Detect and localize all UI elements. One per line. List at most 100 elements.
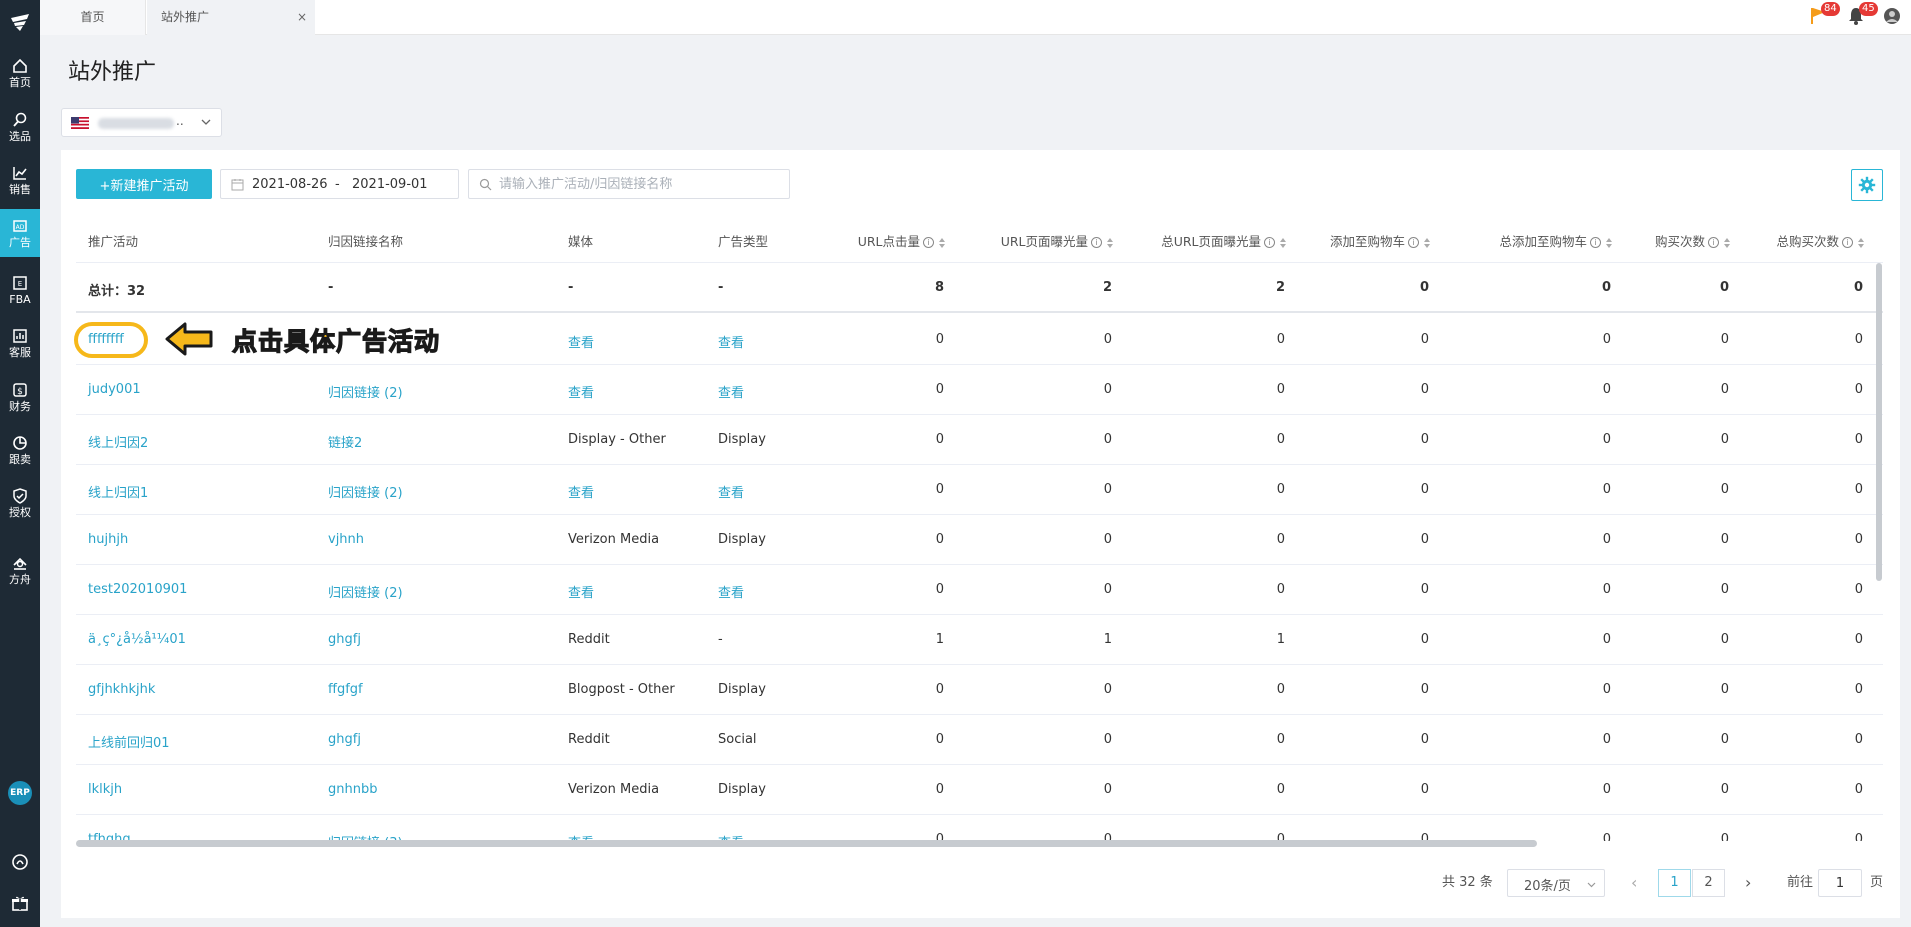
sidebar-item-1[interactable]: 选品 [0, 103, 40, 151]
flag-notification[interactable]: 84 [1809, 2, 1840, 28]
column-header[interactable]: URL点击量 i [858, 231, 946, 250]
page-suffix: 页 [1870, 875, 1884, 890]
table-cell[interactable]: 查看 [568, 482, 594, 501]
column-header[interactable]: 总购买次数 i [1776, 231, 1865, 250]
sort-icon[interactable] [1723, 237, 1731, 249]
support-icon[interactable] [11, 853, 29, 871]
sidebar-item-6[interactable]: $ 财务 [0, 373, 40, 421]
sidebar-item-7[interactable]: 跟卖 [0, 426, 40, 474]
column-header[interactable]: 总URL页面曝光量 i [1161, 231, 1287, 250]
column-header[interactable]: 总添加至购物车 i [1499, 231, 1613, 250]
date-start[interactable]: 2021-08-26 [252, 177, 328, 192]
sort-icon[interactable] [1106, 237, 1114, 249]
tab-offsite-promotion[interactable]: 站外推广 × [147, 0, 315, 35]
table-cell[interactable]: judy001 [88, 382, 141, 397]
table-row: 线上归因2 链接2 Display - Other Display 0 0 0 0 0 0 0 [76, 415, 1883, 465]
table-cell: 0 [1103, 732, 1112, 747]
sidebar-item-8[interactable]: 授权 [0, 479, 40, 527]
table-cell: 0 [1420, 382, 1429, 397]
table-cell[interactable]: gnhnbb [328, 782, 377, 797]
info-icon[interactable]: i [923, 237, 934, 248]
sort-icon[interactable] [1279, 237, 1287, 249]
table-cell[interactable]: ä¸ç°¿å½å¹¼01 [88, 632, 186, 647]
table-cell[interactable]: hujhjh [88, 532, 128, 547]
horizontal-scrollbar[interactable] [76, 840, 1537, 847]
sort-icon[interactable] [1423, 237, 1431, 249]
info-icon[interactable]: i [1264, 237, 1275, 248]
table-cell[interactable]: 上线前回归01 [88, 732, 170, 751]
table-cell[interactable]: 归因链接 (2) [328, 582, 403, 601]
info-icon[interactable]: i [1842, 237, 1853, 248]
column-settings-button[interactable] [1851, 169, 1883, 201]
sidebar-item-9[interactable]: 方舟 [0, 546, 40, 594]
sidebar-item-5[interactable]: 客服 [0, 319, 40, 367]
table-cell[interactable]: gfjhkhkjhk [88, 682, 155, 697]
table-row: 上线前回归01 ghgfj Reddit Social 0 0 0 0 0 0 0 [76, 715, 1883, 765]
close-icon[interactable]: × [297, 0, 307, 35]
column-header: 媒体 [568, 231, 593, 250]
table-cell: 0 [1602, 582, 1611, 597]
sidebar-item-4[interactable]: E FBA [0, 266, 40, 314]
vertical-scrollbar[interactable] [1876, 263, 1882, 581]
table-cell[interactable]: 链接2 [328, 432, 362, 451]
new-campaign-button[interactable]: +新建推广活动 [76, 169, 212, 199]
column-header[interactable]: 购买次数 i [1655, 231, 1731, 250]
table-cell: 0 [935, 732, 944, 747]
table-cell: 8 [934, 280, 944, 295]
gift-icon[interactable] [11, 894, 29, 912]
search-input[interactable] [499, 175, 784, 194]
goto-page-input[interactable] [1818, 869, 1862, 897]
search-box[interactable] [468, 169, 790, 199]
table-cell[interactable]: lklkjh [88, 782, 122, 797]
date-end[interactable]: 2021-09-01 [352, 177, 428, 192]
column-header-label: 购买次数 [1654, 234, 1705, 249]
tab-home[interactable]: 首页 [40, 0, 146, 35]
table-cell[interactable]: 查看 [568, 332, 594, 351]
table-cell[interactable]: ghgfj [328, 732, 361, 747]
sort-icon[interactable] [1605, 237, 1613, 249]
table-cell[interactable]: 查看 [568, 582, 594, 601]
bell-notification[interactable]: 45 [1847, 2, 1878, 28]
table-cell[interactable]: ffgfgf [328, 682, 363, 697]
info-icon[interactable]: i [1708, 237, 1719, 248]
table-cell[interactable]: 查看 [718, 482, 744, 501]
sort-icon[interactable] [938, 237, 946, 249]
page-size-select[interactable]: 20条/页 [1507, 869, 1605, 897]
sort-icon[interactable] [1857, 237, 1865, 249]
table-cell[interactable]: 查看 [718, 382, 744, 401]
table-cell: Verizon Media [568, 782, 660, 797]
store-select[interactable]: .. [61, 108, 222, 137]
sidebar-item-2[interactable]: 销售 [0, 156, 40, 204]
table-cell[interactable]: 线上归因2 [88, 432, 148, 451]
page-1-button[interactable]: 1 [1658, 869, 1691, 897]
sidebar-item-0[interactable]: 首页 [0, 49, 40, 97]
table-cell[interactable]: 线上归因1 [88, 482, 148, 501]
erp-badge[interactable]: ERP [8, 781, 32, 805]
next-page-button[interactable]: › [1745, 869, 1751, 897]
sidebar: 首页选品销售 AD 广告 E FBA 客服 $ 财务跟卖授权方舟 ERP [0, 0, 40, 927]
column-header-label: 总添加至购物车 [1499, 234, 1587, 249]
table-cell[interactable]: 查看 [718, 582, 744, 601]
info-icon[interactable]: i [1590, 237, 1601, 248]
table-cell[interactable]: vjhnh [328, 532, 364, 547]
table-cell[interactable]: ghgfj [328, 632, 361, 647]
table-cell[interactable]: test202010901 [88, 582, 187, 597]
sidebar-item-3[interactable]: AD 广告 [0, 209, 40, 257]
table-cell: Display [718, 782, 766, 797]
table-cell: 0 [1276, 732, 1285, 747]
table-row: hujhjh vjhnh Verizon Media Display 0 0 0 0 0 0 0 [76, 515, 1883, 565]
table-cell: 0 [1276, 382, 1285, 397]
info-icon[interactable]: i [1091, 237, 1102, 248]
page-2-button[interactable]: 2 [1692, 869, 1725, 897]
date-range-picker[interactable]: 2021-08-26 - 2021-09-01 [220, 169, 459, 199]
table-cell[interactable]: 查看 [718, 332, 744, 351]
table-cell: 0 [935, 382, 944, 397]
table-cell[interactable]: 查看 [568, 382, 594, 401]
column-header[interactable]: 添加至购物车 i [1330, 231, 1431, 250]
table-cell[interactable]: 归因链接 (2) [328, 482, 403, 501]
column-header[interactable]: URL页面曝光量 i [1001, 231, 1114, 250]
info-icon[interactable]: i [1408, 237, 1419, 248]
prev-page-button[interactable]: ‹ [1631, 869, 1637, 897]
table-cell[interactable]: 归因链接 (2) [328, 382, 403, 401]
user-avatar[interactable] [1882, 6, 1904, 28]
